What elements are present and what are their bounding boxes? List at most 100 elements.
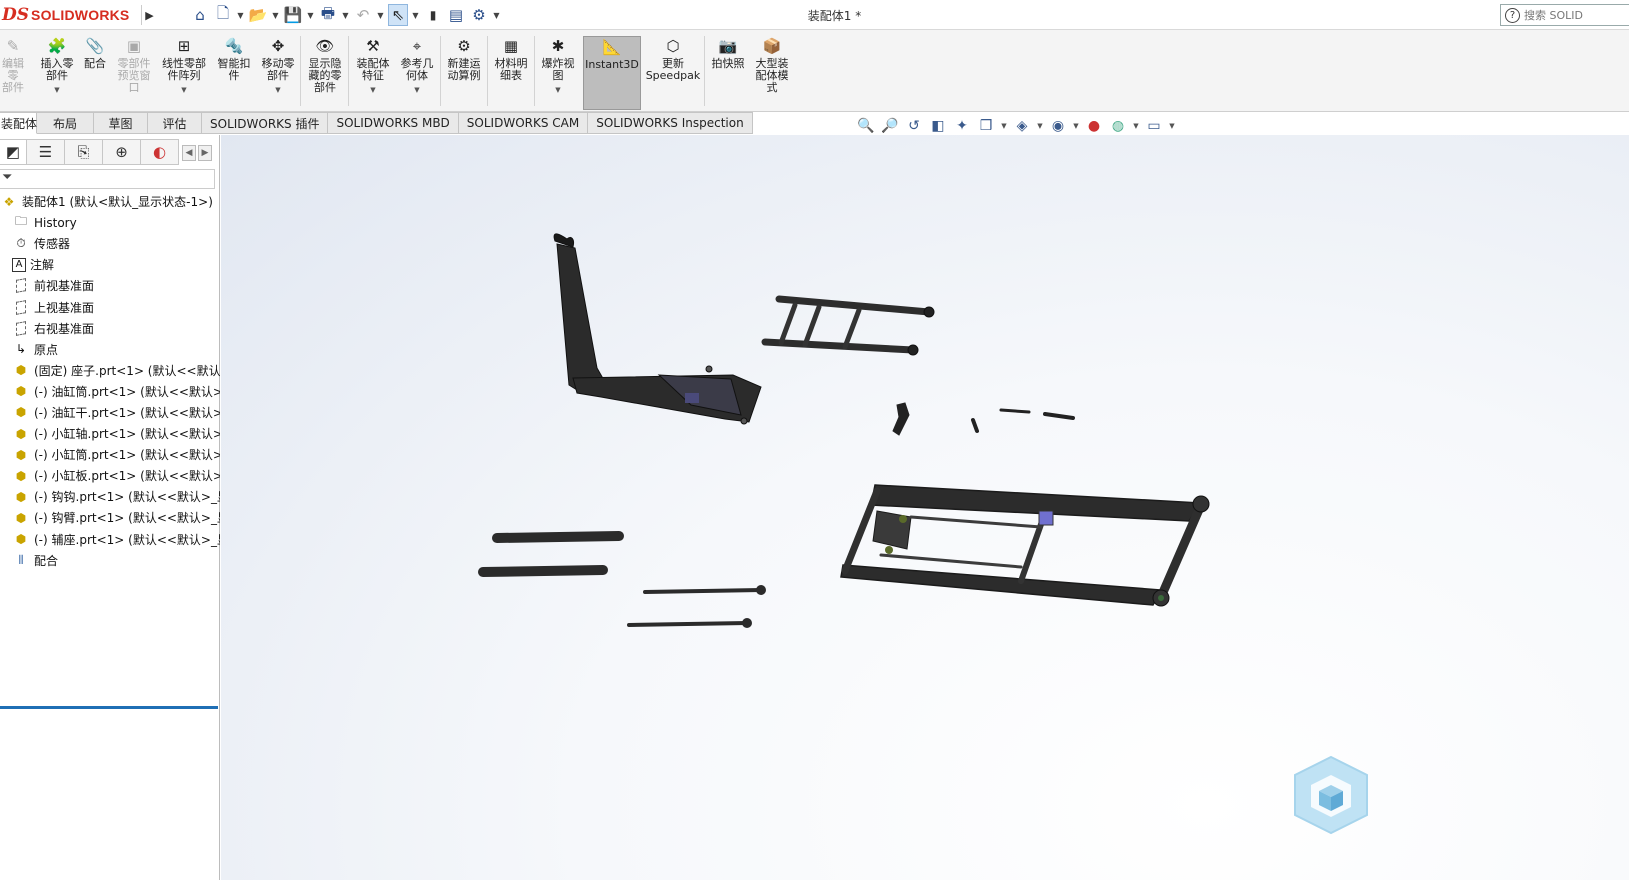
tree-item-annotations[interactable]: A 注解 [0,254,220,275]
print-dropdown-icon[interactable]: ▼ [341,4,350,26]
upper-ladder-frame-part[interactable] [761,295,935,356]
new-dropdown-icon[interactable]: ▼ [236,4,245,26]
hook-arm-part[interactable] [553,233,762,425]
home-icon[interactable]: ⌂ [190,4,210,26]
new-motion-study-button[interactable]: ⚙ 新建运 动算例 [443,36,485,110]
hide-show-icon[interactable]: ◉ [1048,117,1068,135]
save-icon[interactable]: 💾 [283,4,303,26]
graphics-area[interactable] [221,135,1629,880]
smart-fastener-button[interactable]: 🔩 智能扣 件 [213,36,255,110]
view-orientation-icon[interactable]: ❒ [976,117,996,135]
snapshot-button[interactable]: 📷 拍快照 [707,36,749,110]
dynamic-annotation-icon[interactable]: ✦ [952,117,972,135]
assembly-feature-button[interactable]: ⚒ 装配体 特征 ▼ [352,36,394,110]
move-component-button[interactable]: ✥ 移动零 部件 ▼ [257,36,299,110]
filter-funnel-icon[interactable]: ⏷ [2,170,12,185]
tab-solidworks-cam[interactable]: SOLIDWORKS CAM [458,112,589,134]
chevron-right-icon[interactable]: ▶ [198,145,212,161]
search-box[interactable]: ? 搜索 SOLID [1500,4,1629,26]
tree-item-part[interactable]: ⬢ (-) 钩钩.prt<1> (默认<<默认>_显示 [0,486,220,507]
edit-appearance-icon[interactable]: ● [1084,117,1104,135]
view-cube-icon[interactable] [1293,755,1369,835]
tree-item-history[interactable]: 🗀 History [0,212,220,233]
tab-solidworks-mbd[interactable]: SOLIDWORKS MBD [328,112,459,134]
tab-solidworks-inspection[interactable]: SOLIDWORKS Inspection [588,112,753,134]
open-folder-icon[interactable]: 📂 [248,4,268,26]
new-document-icon[interactable]: 🗋 [213,4,233,26]
tree-item-top-plane[interactable]: 上视基准面 [0,296,220,317]
select-arrow-icon[interactable]: ⇖ [388,4,408,26]
chevron-down-icon[interactable]: ▼ [181,84,186,96]
chevron-left-icon[interactable]: ◀ [182,145,196,161]
view-settings-icon[interactable]: ▭ [1144,117,1164,135]
hydraulic-cylinder-parts[interactable] [478,531,766,628]
small-pin-parts[interactable] [892,402,1075,436]
zoom-area-icon[interactable]: 🔎 [880,117,900,135]
undo-icon[interactable]: ↶ [353,4,373,26]
section-view-icon[interactable]: ◧ [928,117,948,135]
tree-filter[interactable]: ⏷ [0,169,215,189]
linear-pattern-button[interactable]: ⊞ 线性零部 件阵列 ▼ [158,36,210,110]
exploded-view-button[interactable]: ✱ 爆炸视 图 ▼ [537,36,579,110]
tree-item-part[interactable]: ⬢ (-) 小缸板.prt<1> (默认<<默认>_5 [0,465,220,486]
help-icon[interactable]: ? [1505,7,1520,23]
tree-item-part[interactable]: ⬢ (-) 小缸轴.prt<1> (默认<<默认>_5 [0,423,220,444]
property-manager-icon[interactable]: ☰ [27,139,65,165]
open-dropdown-icon[interactable]: ▼ [271,4,280,26]
print-icon[interactable]: 🖶 [318,4,338,26]
dimxpert-icon[interactable]: ⊕ [103,139,141,165]
rollback-bar[interactable] [0,706,218,709]
display-style-icon[interactable]: ◈ [1012,117,1032,135]
menu-expand-arrow-icon[interactable]: ▶ [141,5,157,25]
gear-dropdown-icon[interactable]: ▼ [492,4,501,26]
chevron-down-icon[interactable]: ▼ [414,84,419,96]
tree-item-part[interactable]: ⬢ (-) 油缸干.prt<1> (默认<<默认>_5 [0,402,220,423]
tab-evaluate[interactable]: 评估 [148,112,202,134]
mate-button[interactable]: 📎 配合 [80,36,110,110]
tree-item-part[interactable]: ⬢ (-) 油缸筒.prt<1> (默认<<默认>_5 [0,381,220,402]
chevron-down-icon[interactable]: ▼ [1072,122,1080,130]
tree-item-front-plane[interactable]: 前视基准面 [0,275,220,296]
solidworks-logo[interactable]: DS SOLIDWORKS [2,2,138,28]
chevron-down-icon[interactable]: ▼ [1036,122,1044,130]
show-hidden-button[interactable]: 👁 显示隐 藏的零 部件 [304,36,346,110]
tree-item-sensors[interactable]: ⏱ 传感器 [0,233,220,254]
component-preview-button[interactable]: ▣ 零部件 预览窗 口 [112,36,156,110]
tree-item-origin[interactable]: ↳ 原点 [0,339,220,360]
save-dropdown-icon[interactable]: ▼ [306,4,315,26]
main-base-frame-part[interactable] [840,484,1210,607]
search-input[interactable]: 搜索 SOLID [1524,7,1583,23]
display-manager-icon[interactable]: ◐ [141,139,179,165]
tab-layout[interactable]: 布局 [37,112,94,134]
reference-geometry-button[interactable]: ⌖ 参考几 何体 ▼ [396,36,438,110]
gear-icon[interactable]: ⚙ [469,4,489,26]
tree-item-part[interactable]: ⬢ (-) 辅座.prt<1> (默认<<默认>_显示 [0,529,220,550]
chevron-down-icon[interactable]: ▼ [555,84,560,96]
large-assembly-button[interactable]: 📦 大型装 配体模 式 [751,36,793,110]
undo-dropdown-icon[interactable]: ▼ [376,4,385,26]
bom-button[interactable]: ▦ 材料明 细表 [490,36,532,110]
edit-component-button[interactable]: ✎ 编辑零 部件 [0,36,26,110]
zoom-to-fit-icon[interactable]: 🔍 [856,117,876,135]
select-dropdown-icon[interactable]: ▼ [411,4,420,26]
instant3d-button[interactable]: 📐 Instant3D [583,36,641,110]
tree-item-part[interactable]: ⬢ (-) 小缸筒.prt<1> (默认<<默认>_5 [0,444,220,465]
chevron-down-icon[interactable]: ▼ [1132,122,1140,130]
tab-assembly[interactable]: 装配体 [0,112,37,134]
tree-item-part[interactable]: ⬢ (固定) 座子.prt<1> (默认<<默认>_ [0,360,220,381]
update-speedpak-button[interactable]: ⬡ 更新 Speedpak [645,36,701,110]
feature-manager-icon[interactable]: ◩ [0,139,27,165]
chevron-down-icon[interactable]: ▼ [370,84,375,96]
chevron-down-icon[interactable]: ▼ [54,84,59,96]
tab-sketch[interactable]: 草图 [94,112,148,134]
exploded-assembly-model[interactable] [221,135,1629,880]
traffic-light-icon[interactable]: ▮ [423,4,443,26]
tab-solidworks-addins[interactable]: SOLIDWORKS 插件 [202,112,329,134]
chevron-down-icon[interactable]: ▼ [1168,122,1176,130]
chevron-down-icon[interactable]: ▼ [275,84,280,96]
insert-component-button[interactable]: 🧩 插入零 部件 ▼ [36,36,78,110]
configuration-manager-icon[interactable]: ⎘ [65,139,103,165]
tree-item-part[interactable]: ⬢ (-) 钩臂.prt<1> (默认<<默认>_显示 [0,507,220,528]
apply-scene-icon[interactable]: ◍ [1108,117,1128,135]
previous-view-icon[interactable]: ↺ [904,117,924,135]
